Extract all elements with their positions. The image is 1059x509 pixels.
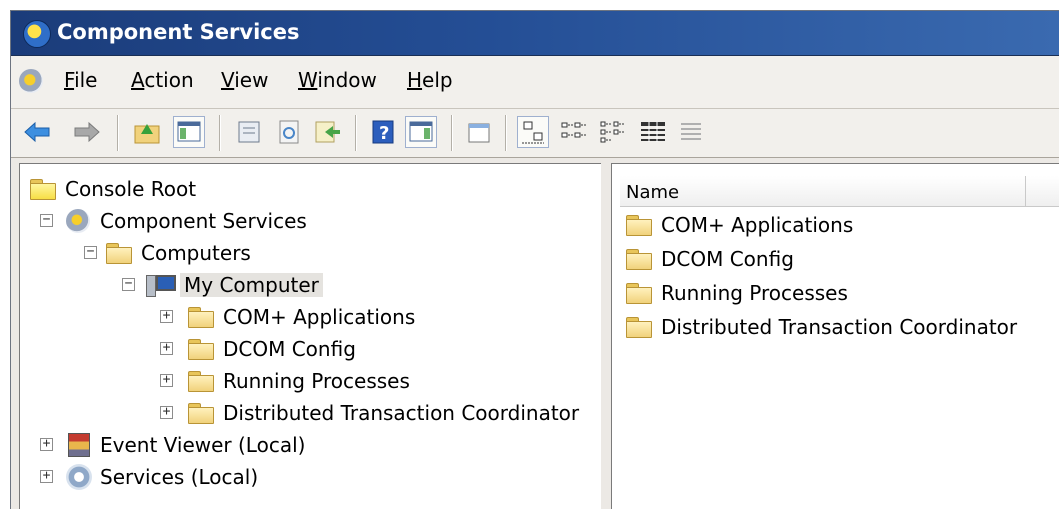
list-item-label: Running Processes <box>661 281 848 305</box>
tree-item-dcom-config[interactable]: DCOM Config <box>188 334 356 364</box>
tree-item-running-processes[interactable]: Running Processes <box>188 366 410 396</box>
collapse-icon[interactable]: − <box>84 245 97 259</box>
tree-item-label: Component Services <box>100 209 307 233</box>
list-item-dcom-config[interactable]: DCOM Config <box>626 244 794 274</box>
collapse-icon[interactable]: − <box>122 277 135 291</box>
svg-text:?: ? <box>379 123 389 144</box>
system-menu-icon[interactable] <box>19 69 43 93</box>
list-item-com-applications[interactable]: COM+ Applications <box>626 210 853 240</box>
tree-item-label: Services (Local) <box>100 465 259 489</box>
event-viewer-icon <box>68 433 90 457</box>
tree-item-console-root[interactable]: Console Root <box>30 174 196 204</box>
tree-item-computers[interactable]: Computers <box>106 238 251 268</box>
column-header-name[interactable]: Name <box>620 176 1026 206</box>
tree-item-label: My Computer <box>180 273 323 297</box>
title-bar[interactable]: Component Services <box>11 11 1059 56</box>
refresh-icon[interactable] <box>273 116 305 148</box>
forward-arrow-icon[interactable] <box>71 116 103 148</box>
large-icons-view-icon[interactable] <box>517 116 549 148</box>
show-action-pane-icon[interactable] <box>405 116 437 148</box>
show-hide-tree-icon[interactable] <box>173 116 205 148</box>
folder-icon <box>626 282 652 304</box>
list-header: Name <box>620 176 1059 207</box>
mmc-window: Component Services File Action View Wind… <box>10 10 1059 509</box>
properties-icon[interactable] <box>233 116 265 148</box>
up-folder-icon[interactable] <box>131 116 163 148</box>
small-icons-view-icon[interactable] <box>557 116 589 148</box>
expand-icon[interactable]: + <box>40 469 53 483</box>
collapse-icon[interactable]: − <box>40 213 53 227</box>
tree-item-component-services[interactable]: Component Services <box>66 206 307 236</box>
menu-action[interactable]: Action <box>131 68 194 92</box>
expand-icon[interactable]: + <box>160 341 173 355</box>
list-view-icon[interactable] <box>597 116 629 148</box>
folder-icon <box>188 402 214 424</box>
component-services-icon <box>66 209 90 233</box>
menu-view[interactable]: View <box>221 68 268 92</box>
tree-item-com-applications[interactable]: COM+ Applications <box>188 302 415 332</box>
folder-icon <box>188 306 214 328</box>
expand-icon[interactable]: + <box>40 437 53 451</box>
tree-item-my-computer[interactable]: My Computer <box>146 270 323 300</box>
expand-icon[interactable]: + <box>160 309 173 323</box>
console-tree-pane[interactable]: Console Root − Component Services − Comp… <box>19 163 601 509</box>
tree-item-label: Console Root <box>65 177 197 201</box>
services-gear-icon <box>66 464 92 490</box>
export-list-icon[interactable] <box>311 116 343 148</box>
list-item-label: DCOM Config <box>661 247 794 271</box>
back-arrow-icon[interactable] <box>21 116 53 148</box>
tree-item-label: DCOM Config <box>223 337 356 361</box>
help-icon[interactable]: ? <box>367 116 399 148</box>
folder-icon <box>30 178 56 200</box>
component-services-icon <box>23 20 51 48</box>
tree-item-label: Event Viewer (Local) <box>100 433 306 457</box>
tree-item-label: Running Processes <box>223 369 410 393</box>
list-item-dtc[interactable]: Distributed Transaction Coordinator <box>626 312 1017 342</box>
menu-bar: File Action View Window Help <box>11 56 1059 109</box>
status-view-icon[interactable] <box>675 116 707 148</box>
tree-item-label: Computers <box>141 241 251 265</box>
tree-item-event-viewer[interactable]: Event Viewer (Local) <box>68 430 305 460</box>
menu-help[interactable]: Help <box>407 68 453 92</box>
detail-view-icon[interactable] <box>637 116 669 148</box>
expand-icon[interactable]: + <box>160 373 173 387</box>
list-item-label: COM+ Applications <box>661 213 854 237</box>
toolbar: ? <box>11 109 1059 158</box>
expand-icon[interactable]: + <box>160 405 173 419</box>
folder-icon <box>188 370 214 392</box>
folder-icon <box>106 242 132 264</box>
menu-file[interactable]: File <box>64 68 97 92</box>
tree-item-dtc[interactable]: Distributed Transaction Coordinator <box>188 398 579 428</box>
folder-icon <box>626 248 652 270</box>
window-title: Component Services <box>57 20 300 44</box>
result-list-pane[interactable]: Name COM+ Applications DCOM Config Runni… <box>611 163 1059 509</box>
menu-window[interactable]: Window <box>298 68 377 92</box>
folder-icon <box>626 316 652 338</box>
folder-icon <box>626 214 652 236</box>
tree-item-label: COM+ Applications <box>223 305 416 329</box>
list-item-running-processes[interactable]: Running Processes <box>626 278 848 308</box>
new-window-icon[interactable] <box>463 116 495 148</box>
tree-item-services[interactable]: Services (Local) <box>66 462 258 492</box>
list-item-label: Distributed Transaction Coordinator <box>661 315 1018 339</box>
tree-item-label: Distributed Transaction Coordinator <box>223 401 580 425</box>
computer-icon <box>146 273 176 297</box>
folder-icon <box>188 338 214 360</box>
